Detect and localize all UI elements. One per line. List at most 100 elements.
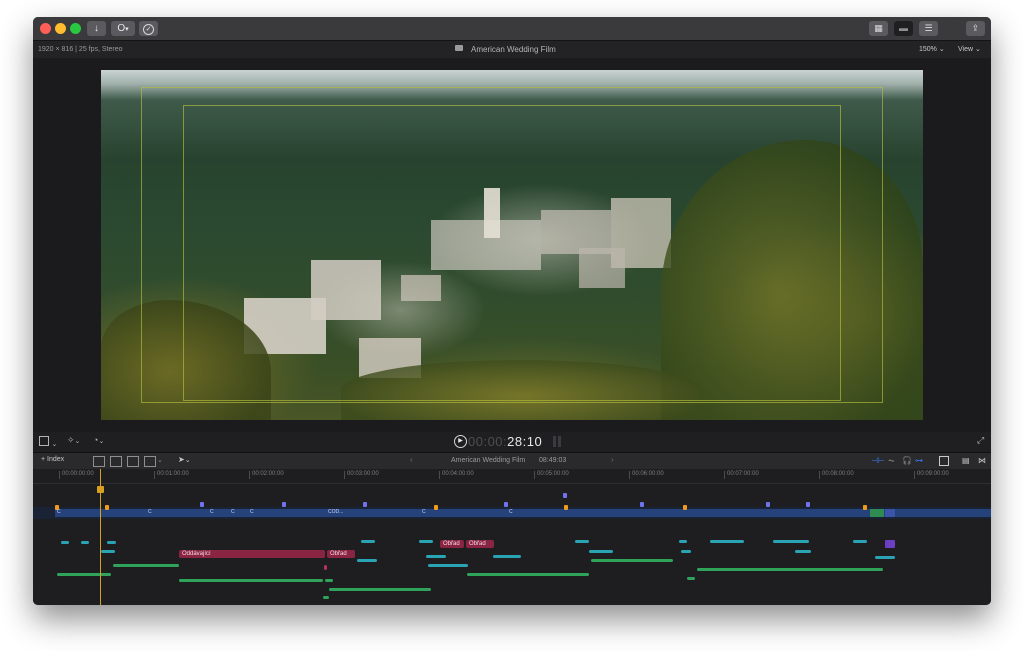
- timeline-ruler[interactable]: 00:00:00:00 00:01:00:00 00:02:00:00 00:0…: [33, 469, 991, 484]
- timeline-toolbar: + Index ⌄ ➤⌄ ‹ American Wedding Film 08:…: [33, 452, 991, 470]
- title-clip[interactable]: [710, 540, 744, 543]
- timeline-index-button[interactable]: [939, 456, 949, 466]
- title-clip[interactable]: [61, 541, 69, 544]
- retime-menu[interactable]: ◔⌄: [93, 435, 104, 445]
- import-media-button[interactable]: ↓: [87, 21, 106, 36]
- timecode-display[interactable]: 00:00:28:10: [468, 434, 542, 449]
- connected-clip[interactable]: Obřad: [440, 540, 464, 548]
- connected-clip[interactable]: Obřad: [327, 550, 355, 558]
- view-menu[interactable]: View ⌄: [958, 45, 981, 53]
- title-clip[interactable]: [493, 555, 521, 558]
- effects-browser-button[interactable]: ▤: [962, 456, 970, 465]
- title-clip[interactable]: [428, 564, 468, 567]
- primary-storyline[interactable]: [55, 509, 991, 517]
- title-clip[interactable]: [853, 540, 867, 543]
- title-clip[interactable]: [81, 541, 89, 544]
- title-clip[interactable]: [361, 540, 375, 543]
- fullscreen-button[interactable]: ⤢: [977, 435, 984, 446]
- marker-blue[interactable]: [563, 493, 567, 498]
- audio-clip[interactable]: [323, 596, 329, 599]
- audio-clip[interactable]: [57, 573, 111, 576]
- minimize-window-button[interactable]: [55, 23, 66, 34]
- marker-orange[interactable]: [564, 505, 568, 510]
- title-clip[interactable]: [575, 540, 589, 543]
- show-timeline-button[interactable]: ▬: [894, 21, 913, 36]
- index-button[interactable]: + Index: [41, 456, 64, 463]
- play-icon: ▶: [458, 438, 463, 444]
- background-tasks-button[interactable]: ✓: [139, 21, 158, 36]
- title-clip[interactable]: [357, 559, 377, 562]
- ruler-tick: 00:02:00:00: [249, 471, 284, 479]
- title-clip[interactable]: [875, 556, 895, 559]
- play-button[interactable]: ▶: [454, 435, 467, 448]
- audio-clip[interactable]: [325, 579, 333, 582]
- marker-orange[interactable]: [105, 505, 109, 510]
- connect-clip-button[interactable]: [93, 456, 105, 467]
- audio-clip[interactable]: [113, 564, 179, 567]
- title-clip[interactable]: [101, 550, 115, 553]
- clip-label: C: [148, 509, 152, 515]
- clip-label: C: [231, 509, 235, 515]
- ruler-tick: 00:00:00:00: [59, 471, 94, 479]
- title-clip[interactable]: [107, 541, 116, 544]
- overwrite-clip-button[interactable]: [144, 456, 156, 467]
- enhance-menu[interactable]: ✧⌄: [67, 435, 80, 446]
- audio-clip[interactable]: [591, 559, 673, 562]
- waveform-icon: ⏦: [888, 456, 895, 465]
- audio-skimming-button[interactable]: ⏦: [888, 456, 895, 466]
- title-clip[interactable]: [324, 565, 327, 570]
- audio-clip[interactable]: [179, 579, 323, 582]
- connected-clip[interactable]: [885, 540, 895, 548]
- zoom-menu[interactable]: 150% ⌄: [919, 45, 945, 53]
- transitions-browser-button[interactable]: ⋈: [978, 456, 986, 465]
- snapping-button[interactable]: ⊶: [915, 456, 923, 465]
- title-clip[interactable]: [679, 540, 687, 543]
- chevron-down-icon: ⌄: [51, 441, 58, 448]
- zoom-window-button[interactable]: [70, 23, 81, 34]
- audio-clip[interactable]: [467, 573, 589, 576]
- close-window-button[interactable]: [40, 23, 51, 34]
- audio-clip[interactable]: [687, 577, 695, 580]
- share-button[interactable]: ⇪: [966, 21, 985, 36]
- connected-clip[interactable]: Obřad: [466, 540, 494, 548]
- title-clip[interactable]: [419, 540, 433, 543]
- title-clip[interactable]: [426, 555, 446, 558]
- keyword-button[interactable]: O▾: [111, 21, 135, 36]
- solo-button[interactable]: 🎧: [902, 456, 912, 465]
- append-clip-button[interactable]: [127, 456, 139, 467]
- show-inspector-button[interactable]: ☰: [919, 21, 938, 36]
- marker-orange[interactable]: [683, 505, 687, 510]
- select-tool-menu[interactable]: ➤⌄: [178, 455, 191, 464]
- ruler-tick: 00:08:00:00: [819, 471, 854, 479]
- title-clip[interactable]: [795, 550, 811, 553]
- title-clip[interactable]: [681, 550, 691, 553]
- clip-title: Obřad: [469, 541, 486, 547]
- show-libraries-button[interactable]: ▦: [869, 21, 888, 36]
- audio-clip[interactable]: [697, 568, 883, 571]
- playhead-handle[interactable]: [97, 486, 104, 493]
- headphones-icon: 🎧: [902, 456, 912, 465]
- marker-orange[interactable]: [434, 505, 438, 510]
- connected-clip[interactable]: Oddávající: [179, 550, 325, 558]
- compound-clip[interactable]: [870, 509, 884, 517]
- timecode-dim: 00:00:: [468, 434, 508, 449]
- clip-label: COD...: [328, 509, 344, 515]
- history-forward-icon[interactable]: ›: [611, 455, 614, 464]
- marker-orange[interactable]: [863, 505, 867, 510]
- title-clip[interactable]: [589, 550, 613, 553]
- history-back-icon[interactable]: ‹: [410, 455, 413, 464]
- crop-icon: [39, 436, 49, 446]
- title-clip[interactable]: [773, 540, 809, 543]
- timecode-value: 28:10: [507, 434, 543, 449]
- timeline[interactable]: 00:00:00:00 00:01:00:00 00:02:00:00 00:0…: [33, 469, 991, 605]
- app-window: ↓ O▾ ✓ ▦ ▬ ☰ ⇪ 1920 × 816 | 25 fps, Ster…: [33, 17, 991, 605]
- clip-title: Obřad: [443, 541, 460, 547]
- insert-clip-button[interactable]: [110, 456, 122, 467]
- video-frame[interactable]: [101, 70, 923, 420]
- ruler-tick: 00:03:00:00: [344, 471, 379, 479]
- compound-clip[interactable]: [885, 509, 895, 517]
- title-bar: ↓ O▾ ✓ ▦ ▬ ☰ ⇪: [33, 17, 991, 41]
- audio-clip[interactable]: [329, 588, 431, 591]
- transform-menu[interactable]: ⌄: [39, 436, 57, 448]
- clip-appearance-button[interactable]: ⊣⊢: [871, 456, 885, 465]
